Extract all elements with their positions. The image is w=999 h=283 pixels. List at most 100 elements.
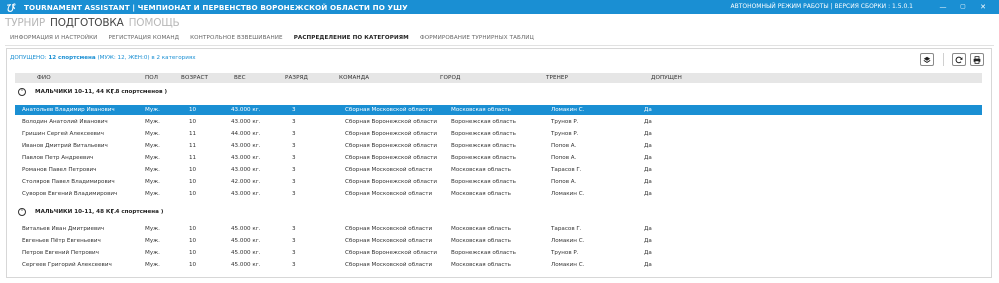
cell-city: Московская область [451,238,511,244]
cell-rank: 3 [292,191,296,197]
cell-age: 10 [189,226,197,232]
table-row[interactable]: Столяров Павел Владимирович Муж. 10 42.0… [15,177,982,187]
cell-city: Воронежская область [451,155,516,161]
cell-weight: 43.000 кг. [231,119,261,125]
cell-age: 11 [189,155,197,161]
cell-city: Московская область [451,226,511,232]
sub-menu: ИНФОРМАЦИЯ И НАСТРОЙКИ РЕГИСТРАЦИЯ КОМАН… [10,35,545,41]
col-city[interactable]: ГОРОД [440,75,460,81]
cell-sex: Муж. [145,262,160,268]
cell-admitted: Да [644,250,652,256]
cell-admitted: Да [644,262,652,268]
cell-fio: Евгеньев Пётр Евгеньевич [22,238,101,244]
divider [5,45,994,46]
cell-age: 10 [189,179,197,185]
cell-admitted: Да [644,226,652,232]
cell-rank: 3 [292,107,296,113]
table-row[interactable]: Иванов Дмитрий Витальевич Муж. 11 43.000… [15,141,982,151]
cell-coach: Тарасов Г. [551,167,582,173]
cell-city: Московская область [451,191,511,197]
refresh-button[interactable] [952,53,966,66]
cell-admitted: Да [644,143,652,149]
cell-weight: 45.000 кг. [231,226,261,232]
admitted-detail: (МУЖ: 12, ЖЕН:0) [97,55,150,61]
minimize-icon[interactable]: — [933,0,953,14]
col-fio[interactable]: ФИО [37,75,51,81]
print-button[interactable] [970,53,984,66]
collapse-icon[interactable]: ⌃ [18,208,26,216]
cell-rank: 3 [292,155,296,161]
cell-rank: 3 [292,131,296,137]
cell-coach: Трунов Р. [551,119,579,125]
cell-team: Сборная Московской области [345,262,433,268]
cell-rank: 3 [292,262,296,268]
cell-weight: 45.000 кг. [231,250,261,256]
cell-city: Московская область [451,262,511,268]
cell-age: 10 [189,191,197,197]
group-header[interactable]: ⌃ МАЛЬЧИКИ 10-11, 44 КГ. ( 8 спортсменов… [15,87,982,97]
menu-preparation[interactable]: ПОДГОТОВКА [50,17,124,29]
admitted-label: ДОПУЩЕНО: [10,55,47,61]
cell-city: Московская область [451,107,511,113]
cell-admitted: Да [644,155,652,161]
group-header[interactable]: ⌃ МАЛЬЧИКИ 10-11, 48 КГ. ( 4 спортсмена … [15,207,982,217]
table-row[interactable]: Романов Павел Петрович Муж. 10 43.000 кг… [15,165,982,175]
close-icon[interactable]: ✕ [973,0,993,14]
table-row[interactable]: Петров Евгений Петрович Муж. 10 45.000 к… [15,248,982,258]
cell-weight: 43.000 кг. [231,155,261,161]
col-team[interactable]: КОМАНДА [339,75,369,81]
cell-weight: 43.000 кг. [231,167,261,173]
cell-fio: Павлов Петр Андреевич [22,155,94,161]
table-row[interactable]: Анатольев Владимир Иванович Муж. 10 43.0… [15,105,982,115]
group-name: МАЛЬЧИКИ 10-11, 44 КГ. [35,89,117,95]
tab-category-distribution[interactable]: РАСПРЕДЕЛЕНИЕ ПО КАТЕГОРИЯМ [294,35,409,41]
table-row[interactable]: Сергеев Григорий Алексеевич Муж. 10 45.0… [15,260,982,270]
col-coach[interactable]: ТРЕНЕР [546,75,568,81]
cell-admitted: Да [644,167,652,173]
cell-age: 11 [189,131,197,137]
cell-rank: 3 [292,250,296,256]
menu-help[interactable]: ПОМОЩЬ [129,17,180,29]
collapse-icon[interactable]: ⌃ [18,88,26,96]
main-menu: ТУРНИР ПОДГОТОВКА ПОМОЩЬ [5,17,180,29]
cell-team: Сборная Воронежской области [345,155,438,161]
cell-fio: Гришин Сергей Алексеевич [22,131,104,137]
table-row[interactable]: Павлов Петр Андреевич Муж. 11 43.000 кг.… [15,153,982,163]
layers-button[interactable] [920,53,934,66]
cell-weight: 45.000 кг. [231,238,261,244]
cell-age: 10 [189,238,197,244]
tab-tournament-tables[interactable]: ФОРМИРОВАНИЕ ТУРНИРНЫХ ТАБЛИЦ [420,35,534,41]
cell-admitted: Да [644,191,652,197]
refresh-icon [955,56,963,64]
cell-weight: 44.000 кг. [231,131,261,137]
table-row[interactable]: Володин Анатолий Иванович Муж. 10 43.000… [15,117,982,127]
tab-team-registration[interactable]: РЕГИСТРАЦИЯ КОМАНД [108,35,179,41]
table-row[interactable]: Витальев Иван Дмитриевич Муж. 10 45.000 … [15,224,982,234]
col-sex[interactable]: ПОЛ [145,75,158,81]
cell-city: Воронежская область [451,119,516,125]
tab-weigh-in[interactable]: КОНТРОЛЬНОЕ ВЗВЕШИВАНИЕ [190,35,283,41]
cell-sex: Муж. [145,107,160,113]
cell-team: Сборная Воронежской области [345,179,438,185]
cell-admitted: Да [644,119,652,125]
cell-city: Московская область [451,167,511,173]
col-rank[interactable]: РАЗРЯД [285,75,308,81]
title-bar: ぴ TOURNAMENT ASSISTANT | ЧЕМПИОНАТ И ПЕР… [0,0,999,14]
col-weight[interactable]: ВЕС [234,75,246,81]
cell-sex: Муж. [145,167,160,173]
cell-age: 10 [189,262,197,268]
table-row[interactable]: Гришин Сергей Алексеевич Муж. 11 44.000 … [15,129,982,139]
cell-age: 11 [189,143,197,149]
cell-rank: 3 [292,119,296,125]
cell-fio: Анатольев Владимир Иванович [22,107,115,113]
table-row[interactable]: Евгеньев Пётр Евгеньевич Муж. 10 45.000 … [15,236,982,246]
table-row[interactable]: Суворов Евгений Владимирович Муж. 10 43.… [15,189,982,199]
tab-info-settings[interactable]: ИНФОРМАЦИЯ И НАСТРОЙКИ [10,35,97,41]
col-age[interactable]: ВОЗРАСТ [181,75,208,81]
cell-age: 10 [189,119,197,125]
col-admitted[interactable]: ДОПУЩЕН [651,75,682,81]
maximize-icon[interactable]: ▢ [953,0,973,14]
cell-weight: 43.000 кг. [231,107,261,113]
cell-fio: Столяров Павел Владимирович [22,179,115,185]
menu-tournament[interactable]: ТУРНИР [5,17,45,29]
